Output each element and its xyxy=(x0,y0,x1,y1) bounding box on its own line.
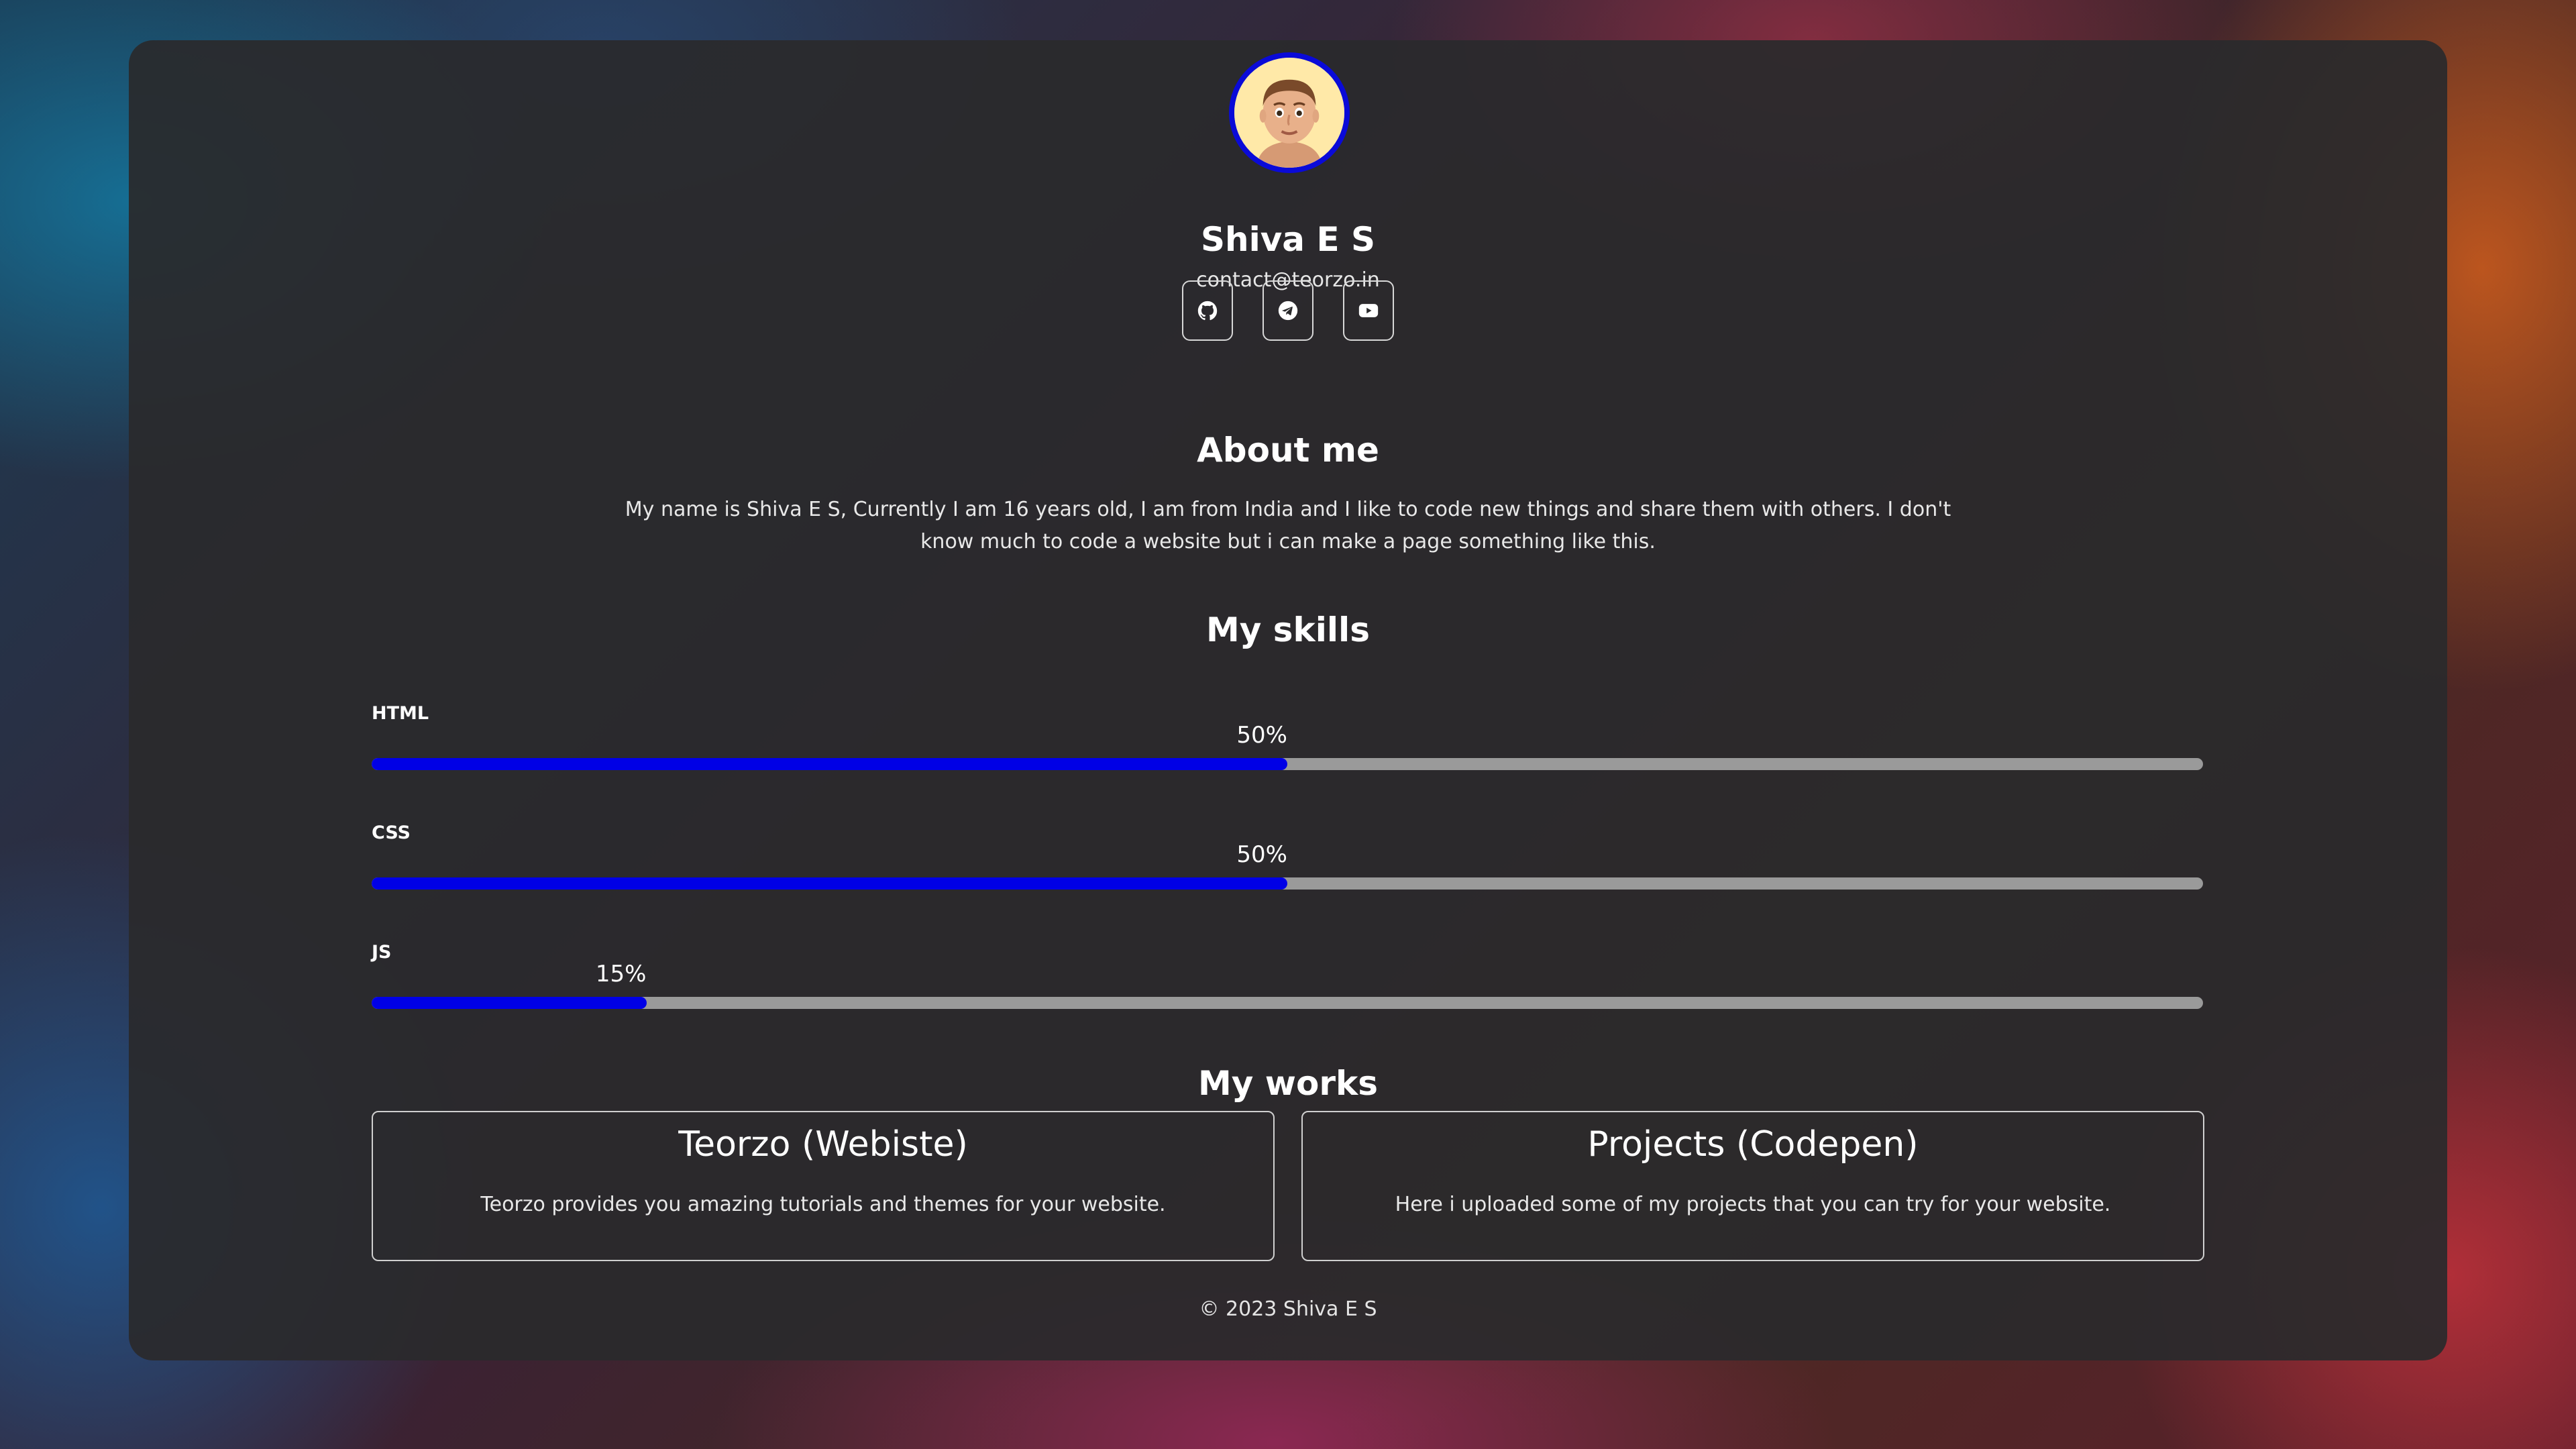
work-description: Here i uploaded some of my projects that… xyxy=(1395,1193,2111,1216)
skills-title: My skills xyxy=(1206,610,1370,649)
skill-bar-html xyxy=(372,758,2203,770)
about-text: My name is Shiva E S, Currently I am 16 … xyxy=(625,498,1951,553)
telegram-icon xyxy=(1278,301,1298,321)
work-card-codepen[interactable]: Projects (Codepen) Here i uploaded some … xyxy=(1301,1111,2204,1261)
profile-name: Shiva E S xyxy=(1200,220,1376,259)
work-title: Teorzo (Webiste) xyxy=(678,1124,968,1165)
skill-percent-css: 50% xyxy=(1236,841,1287,868)
profile-card: Shiva E S contact@teorzo.in About me My … xyxy=(129,40,2447,1360)
skill-percent-js: 15% xyxy=(595,961,647,987)
youtube-button[interactable] xyxy=(1343,280,1394,341)
youtube-icon xyxy=(1358,304,1379,317)
github-icon xyxy=(1197,301,1218,321)
skill-bar-js xyxy=(372,997,2203,1009)
skill-fill-html xyxy=(372,758,1287,770)
skill-label-js: JS xyxy=(372,942,392,963)
about-title: About me xyxy=(1197,431,1379,470)
skill-label-css: CSS xyxy=(372,822,411,843)
github-button[interactable] xyxy=(1182,280,1233,341)
work-title: Projects (Codepen) xyxy=(1587,1124,1919,1165)
skill-label-html: HTML xyxy=(372,703,429,724)
skill-fill-js xyxy=(372,997,647,1009)
skill-bar-css xyxy=(372,877,2203,890)
telegram-button[interactable] xyxy=(1263,280,1313,341)
footer-copyright: © 2023 Shiva E S xyxy=(1199,1297,1377,1321)
avatar xyxy=(1229,52,1350,173)
work-description: Teorzo provides you amazing tutorials an… xyxy=(480,1193,1166,1216)
work-card-teorzo[interactable]: Teorzo (Webiste) Teorzo provides you ama… xyxy=(372,1111,1275,1261)
works-title: My works xyxy=(1198,1064,1378,1103)
social-links xyxy=(1182,280,1397,342)
skill-percent-html: 50% xyxy=(1236,722,1287,749)
skill-fill-css xyxy=(372,877,1287,890)
memoji-avatar-icon xyxy=(1234,58,1344,168)
